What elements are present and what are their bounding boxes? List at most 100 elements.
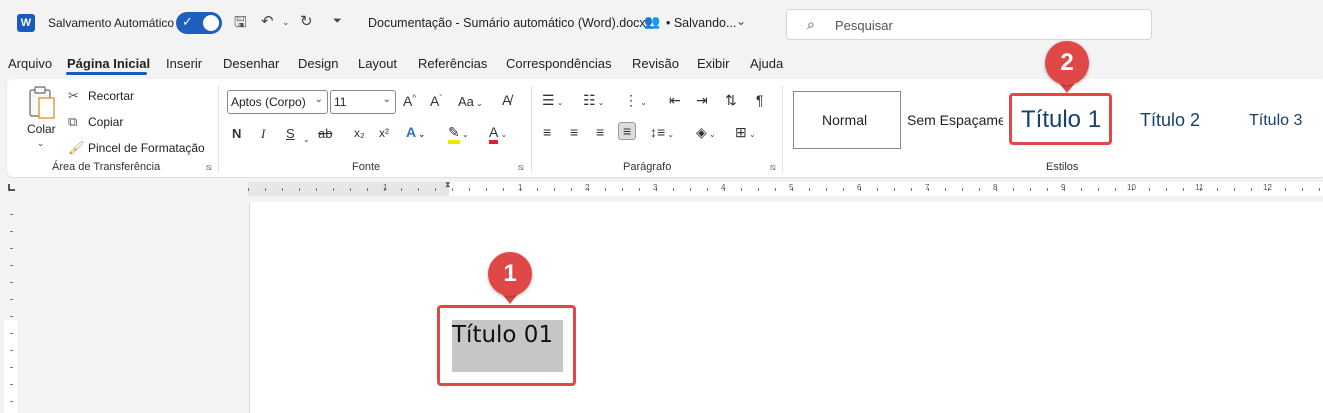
bold-button[interactable]: N xyxy=(232,126,241,141)
align-left-icon[interactable]: ≡ xyxy=(543,124,551,140)
redo-icon[interactable]: ↻ xyxy=(300,12,313,30)
vertical-ruler-tick xyxy=(10,231,13,232)
tab-correspondencias[interactable]: Correspondências xyxy=(506,56,612,71)
ruler-tick xyxy=(1217,188,1218,191)
paste-button[interactable]: Colar xyxy=(27,122,56,136)
font-name-combo[interactable]: Aptos (Corpo) ⌄ xyxy=(227,90,328,114)
dialog-launcher-icon[interactable]: ⧅ xyxy=(770,162,776,173)
show-formatting-marks-icon[interactable]: ¶ xyxy=(756,92,764,108)
strikethrough-icon[interactable]: ab xyxy=(318,126,332,141)
tab-pagina-inicial[interactable]: Página Inicial xyxy=(67,56,150,71)
text-effects-button[interactable]: A ⌄ xyxy=(406,124,425,140)
tab-inserir[interactable]: Inserir xyxy=(166,56,202,71)
justify-icon[interactable]: ≡ xyxy=(618,122,637,140)
tab-revisao[interactable]: Revisão xyxy=(632,56,679,71)
tab-referencias[interactable]: Referências xyxy=(418,56,487,71)
callout-badge-2: 2 xyxy=(1045,41,1089,85)
group-divider xyxy=(218,86,219,172)
ruler-tick xyxy=(537,188,538,191)
chevron-down-icon[interactable]: ⌄ xyxy=(303,129,310,145)
shading-icon[interactable]: ◈ ⌄ xyxy=(696,124,716,141)
font-size-combo[interactable]: 11 ⌄ xyxy=(330,90,396,114)
underline-button[interactable]: S xyxy=(286,126,295,141)
tab-selector-icon[interactable] xyxy=(8,184,15,191)
save-status[interactable]: • Salvando... xyxy=(666,16,736,30)
highlighter-icon: ✎ xyxy=(448,124,460,144)
ruler-tick xyxy=(299,188,300,191)
customize-toolbar-icon[interactable]: ⏷ xyxy=(333,15,342,28)
tab-ajuda[interactable]: Ajuda xyxy=(750,56,783,71)
tab-desenhar[interactable]: Desenhar xyxy=(223,56,279,71)
document-page[interactable] xyxy=(249,202,1323,413)
copy-button[interactable]: ⧉ Copiar xyxy=(68,114,123,130)
ruler-tick xyxy=(758,188,759,191)
format-painter-button[interactable]: 🖌 Pincel de Formatação xyxy=(68,140,205,156)
grow-font-label: A xyxy=(403,93,413,109)
font-color-button[interactable]: A ⌄ xyxy=(489,124,507,144)
search-box[interactable]: ⌕ Pesquisar xyxy=(786,9,1152,40)
highlight-button[interactable]: ✎ ⌄ xyxy=(448,124,469,144)
align-center-icon[interactable]: ≡ xyxy=(570,124,578,140)
ruler-tick xyxy=(945,188,946,191)
chevron-down-icon: ⌄ xyxy=(382,94,391,105)
vertical-ruler-tick xyxy=(10,214,13,215)
style-heading-2[interactable]: Título 2 xyxy=(1140,110,1200,131)
dialog-launcher-icon[interactable]: ⧅ xyxy=(206,162,212,173)
vertical-ruler-tick xyxy=(10,333,13,334)
ruler-number: 5 xyxy=(789,183,794,192)
sort-icon[interactable]: ⇅ xyxy=(725,92,737,109)
dialog-launcher-icon[interactable]: ⧅ xyxy=(518,162,524,173)
ruler-tick xyxy=(469,188,470,191)
multilevel-list-icon[interactable]: ⋮ ⌄ xyxy=(624,92,647,109)
paste-icon[interactable] xyxy=(28,86,56,120)
ruler-tick xyxy=(979,188,980,191)
line-spacing-icon[interactable]: ↕≡ ⌄ xyxy=(650,124,674,140)
borders-icon[interactable]: ⊞ ⌄ xyxy=(735,124,756,141)
callout-highlight-2 xyxy=(1009,93,1112,145)
ruler-tick xyxy=(622,188,623,191)
tab-arquivo[interactable]: Arquivo xyxy=(8,56,52,71)
indent-marker-icon[interactable]: ⧗ xyxy=(445,180,451,190)
chevron-down-icon[interactable]: ⌄ xyxy=(37,138,45,149)
decrease-indent-icon[interactable]: ⇤ xyxy=(669,92,681,109)
cut-button[interactable]: ✂ Recortar xyxy=(68,88,134,104)
ruler-number: 7 xyxy=(925,183,930,192)
autosave-label: Salvamento Automático xyxy=(48,16,175,30)
ruler-tick xyxy=(809,188,810,191)
style-normal-label: Normal xyxy=(822,112,868,128)
vertical-ruler-tick xyxy=(10,265,13,266)
shrink-font-button[interactable]: Aˇ xyxy=(430,93,442,109)
tab-layout[interactable]: Layout xyxy=(358,56,397,71)
font-group-label: Fonte xyxy=(352,161,381,173)
style-heading-3[interactable]: Título 3 xyxy=(1249,112,1302,130)
subscript-button[interactable]: x₂ xyxy=(354,126,365,140)
style-no-spacing[interactable]: Sem Espaçame xyxy=(907,112,1003,128)
vertical-ruler-tick xyxy=(10,367,13,368)
search-placeholder: Pesquisar xyxy=(835,18,893,33)
ruler-tick xyxy=(1183,188,1184,191)
tab-exibir[interactable]: Exibir xyxy=(697,56,730,71)
ruler-number: 8 xyxy=(993,183,998,192)
autosave-toggle[interactable]: ✓ xyxy=(176,12,222,34)
undo-icon[interactable]: ↶ xyxy=(261,12,274,30)
superscript-button[interactable]: x² xyxy=(379,126,389,140)
increase-indent-icon[interactable]: ⇥ xyxy=(696,92,708,109)
paintbrush-icon: 🖌 xyxy=(68,140,85,155)
undo-dropdown-icon[interactable]: ⌄ xyxy=(282,17,290,28)
grow-font-button[interactable]: A^ xyxy=(403,93,416,109)
tab-design[interactable]: Design xyxy=(298,56,338,71)
group-divider xyxy=(531,86,532,172)
bullets-icon[interactable]: ☰ ⌄ xyxy=(542,92,564,109)
italic-button[interactable]: I xyxy=(261,126,265,142)
word-app-icon: W xyxy=(17,14,35,32)
numbering-icon[interactable]: ☷ ⌄ xyxy=(583,92,605,109)
change-case-button[interactable]: Aa ⌄ xyxy=(458,94,483,109)
save-icon[interactable]: 🖫 xyxy=(234,12,247,37)
chevron-down-icon[interactable]: ⌄ xyxy=(736,14,746,28)
clear-formatting-icon[interactable]: A̸ xyxy=(502,92,511,108)
ruler-number: 12 xyxy=(1263,183,1272,192)
document-title[interactable]: Documentação - Sumário automático (Word)… xyxy=(368,16,646,30)
ruler-number: 2 xyxy=(585,183,590,192)
group-divider xyxy=(782,86,783,172)
align-right-icon[interactable]: ≡ xyxy=(596,124,604,140)
